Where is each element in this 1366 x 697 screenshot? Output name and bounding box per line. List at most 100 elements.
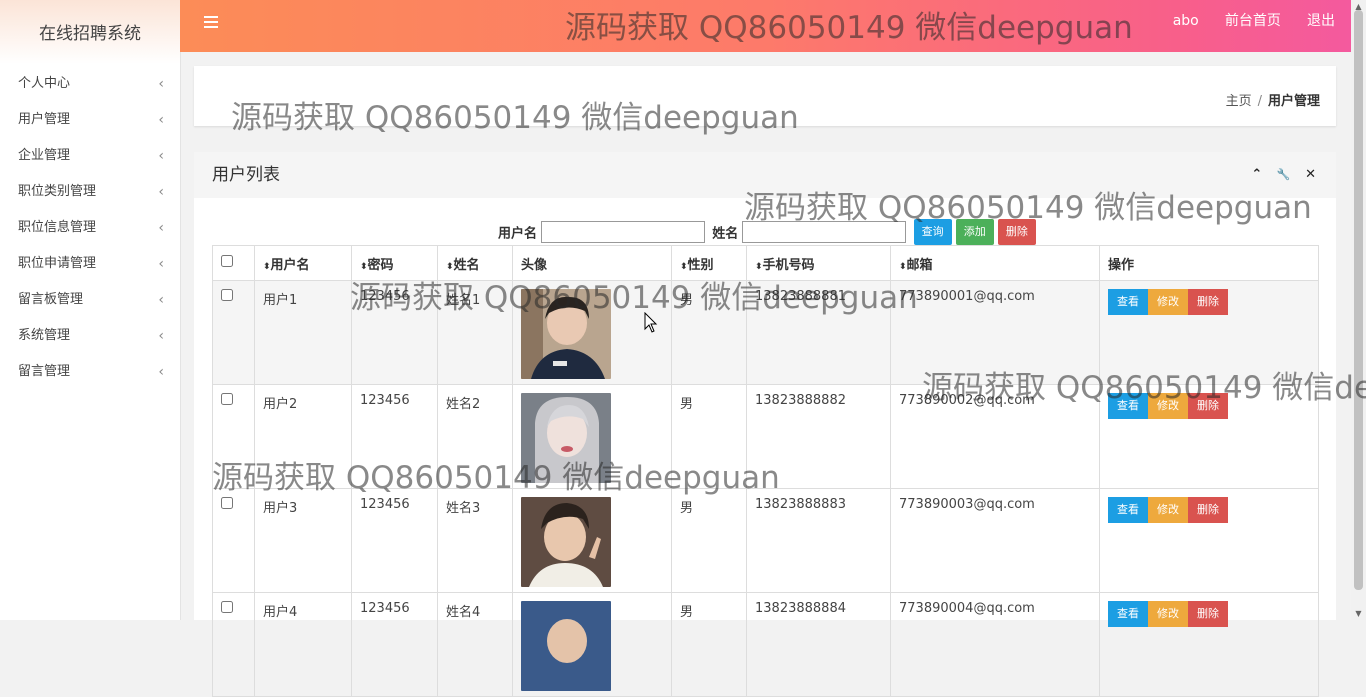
username-label: 用户名	[498, 226, 538, 242]
cell-gender: 男	[671, 488, 747, 593]
edit-button[interactable]: 修改	[1148, 497, 1188, 523]
sidebar-item-label: 留言板管理	[18, 292, 84, 307]
sidebar-item-personal-center[interactable]: 个人中心 ‹	[0, 66, 180, 102]
view-button[interactable]: 查看	[1108, 601, 1148, 627]
sidebar-item-messages[interactable]: 留言管理 ‹	[0, 354, 180, 390]
view-button[interactable]: 查看	[1108, 393, 1148, 419]
sidebar-item-job-category[interactable]: 职位类别管理 ‹	[0, 174, 180, 210]
chevron-left-icon: ‹	[158, 220, 164, 236]
sidebar-item-user-management[interactable]: 用户管理 ‹	[0, 102, 180, 138]
sidebar-item-label: 留言管理	[18, 364, 71, 379]
view-button[interactable]: 查看	[1108, 497, 1148, 523]
user-list-panel: 用户列表 ⌃ 🔧 ✕ 用户名 姓名 查询 添加 删除 ⬍用户名 ⬍密码 ⬍姓名 …	[194, 152, 1336, 697]
cell-email: 773890001@qq.com	[890, 280, 1100, 385]
delete-button[interactable]: 删除	[1188, 601, 1228, 627]
sidebar-item-job-application[interactable]: 职位申请管理 ‹	[0, 246, 180, 282]
cell-password: 123456	[351, 280, 438, 385]
edit-button[interactable]: 修改	[1148, 289, 1188, 315]
top-bar: abo 前台首页 退出	[180, 0, 1351, 52]
panel-title: 用户列表	[212, 165, 280, 185]
cell-phone: 13823888884	[746, 592, 891, 697]
cell-username: 用户2	[254, 384, 352, 489]
cell-username: 用户3	[254, 488, 352, 593]
chevron-left-icon: ‹	[158, 184, 164, 200]
breadcrumb-panel: 主页 / 用户管理	[194, 66, 1336, 126]
column-header[interactable]: ⬍手机号码	[746, 245, 891, 281]
row-checkbox[interactable]	[221, 497, 233, 509]
name-search-input[interactable]	[742, 221, 907, 243]
username-search-input[interactable]	[541, 221, 706, 243]
logout-link[interactable]: 退出	[1307, 13, 1335, 29]
breadcrumb-separator: /	[1257, 94, 1262, 109]
sidebar-item-label: 系统管理	[18, 328, 71, 343]
add-button[interactable]: 添加	[955, 219, 994, 245]
sidebar-item-job-info[interactable]: 职位信息管理 ‹	[0, 210, 180, 246]
sidebar-item-label: 用户管理	[18, 112, 71, 127]
table-header-row: ⬍用户名 ⬍密码 ⬍姓名 头像 ⬍性别 ⬍手机号码 ⬍邮箱 操作	[212, 245, 1319, 281]
cell-actions: 查看 修改 删除	[1099, 384, 1319, 489]
view-button[interactable]: 查看	[1108, 289, 1148, 315]
sort-icon: ⬍	[446, 261, 454, 272]
cell-phone: 13823888881	[746, 280, 891, 385]
column-header[interactable]: ⬍性别	[671, 245, 747, 281]
sort-icon: ⬍	[755, 261, 763, 272]
edit-button[interactable]: 修改	[1148, 393, 1188, 419]
column-header[interactable]: ⬍密码	[351, 245, 438, 281]
breadcrumb-home[interactable]: 主页	[1226, 94, 1252, 109]
delete-button[interactable]: 删除	[1188, 497, 1228, 523]
sidebar: 在线招聘系统 个人中心 ‹ 用户管理 ‹ 企业管理 ‹ 职位类别管理 ‹ 职位信息管理 ‹…	[0, 0, 181, 620]
breadcrumb: 主页 / 用户管理	[1226, 90, 1320, 109]
cell-email: 773890003@qq.com	[890, 488, 1100, 593]
column-header[interactable]: ⬍邮箱	[890, 245, 1100, 281]
query-button[interactable]: 查询	[913, 219, 952, 245]
sidebar-item-label: 职位申请管理	[18, 256, 97, 271]
sort-icon: ⬍	[680, 261, 688, 272]
cell-password: 123456	[351, 488, 438, 593]
column-header[interactable]: ⬍用户名	[254, 245, 352, 281]
sidebar-item-system[interactable]: 系统管理 ‹	[0, 318, 180, 354]
sidebar-item-company-management[interactable]: 企业管理 ‹	[0, 138, 180, 174]
cell-actions: 查看 修改 删除	[1099, 280, 1319, 385]
avatar	[521, 497, 611, 587]
column-header[interactable]: ⬍姓名	[437, 245, 513, 281]
vertical-scrollbar[interactable]: ▲ ▼	[1351, 0, 1366, 620]
chevron-left-icon: ‹	[158, 292, 164, 308]
row-checkbox[interactable]	[221, 601, 233, 613]
cell-username: 用户4	[254, 592, 352, 697]
avatar	[521, 601, 611, 691]
cell-actions: 查看 修改 删除	[1099, 488, 1319, 593]
collapse-icon[interactable]: ⌃	[1251, 167, 1262, 182]
sort-icon: ⬍	[360, 261, 368, 272]
cell-username: 用户1	[254, 280, 352, 385]
hamburger-icon[interactable]	[204, 16, 218, 28]
row-checkbox[interactable]	[221, 289, 233, 301]
avatar	[521, 393, 611, 483]
sidebar-item-message-board[interactable]: 留言板管理 ‹	[0, 282, 180, 318]
mouse-cursor-icon	[644, 312, 658, 333]
scroll-down-icon[interactable]: ▼	[1351, 609, 1366, 618]
user-link[interactable]: abo	[1173, 13, 1199, 29]
cell-gender: 男	[671, 280, 747, 385]
cell-gender: 男	[671, 384, 747, 489]
select-all-cell	[212, 245, 255, 281]
scrollbar-thumb[interactable]	[1354, 10, 1363, 590]
select-all-checkbox[interactable]	[221, 255, 233, 267]
delete-button[interactable]: 删除	[1188, 393, 1228, 419]
edit-button[interactable]: 修改	[1148, 601, 1188, 627]
home-link[interactable]: 前台首页	[1225, 13, 1281, 29]
name-label: 姓名	[712, 226, 739, 242]
cell-phone: 13823888883	[746, 488, 891, 593]
chevron-left-icon: ‹	[158, 76, 164, 92]
close-icon[interactable]: ✕	[1305, 167, 1316, 182]
cell-email: 773890004@qq.com	[890, 592, 1100, 697]
cell-password: 123456	[351, 592, 438, 697]
sidebar-menu: 个人中心 ‹ 用户管理 ‹ 企业管理 ‹ 职位类别管理 ‹ 职位信息管理 ‹ 职位申请管理…	[0, 66, 180, 390]
row-checkbox[interactable]	[221, 393, 233, 405]
wrench-icon[interactable]: 🔧	[1277, 168, 1291, 181]
column-header: 头像	[512, 245, 672, 281]
chevron-left-icon: ‹	[158, 364, 164, 380]
cell-name: 姓名3	[437, 488, 513, 593]
batch-delete-button[interactable]: 删除	[997, 219, 1036, 245]
app-title: 在线招聘系统	[0, 0, 180, 64]
delete-button[interactable]: 删除	[1188, 289, 1228, 315]
